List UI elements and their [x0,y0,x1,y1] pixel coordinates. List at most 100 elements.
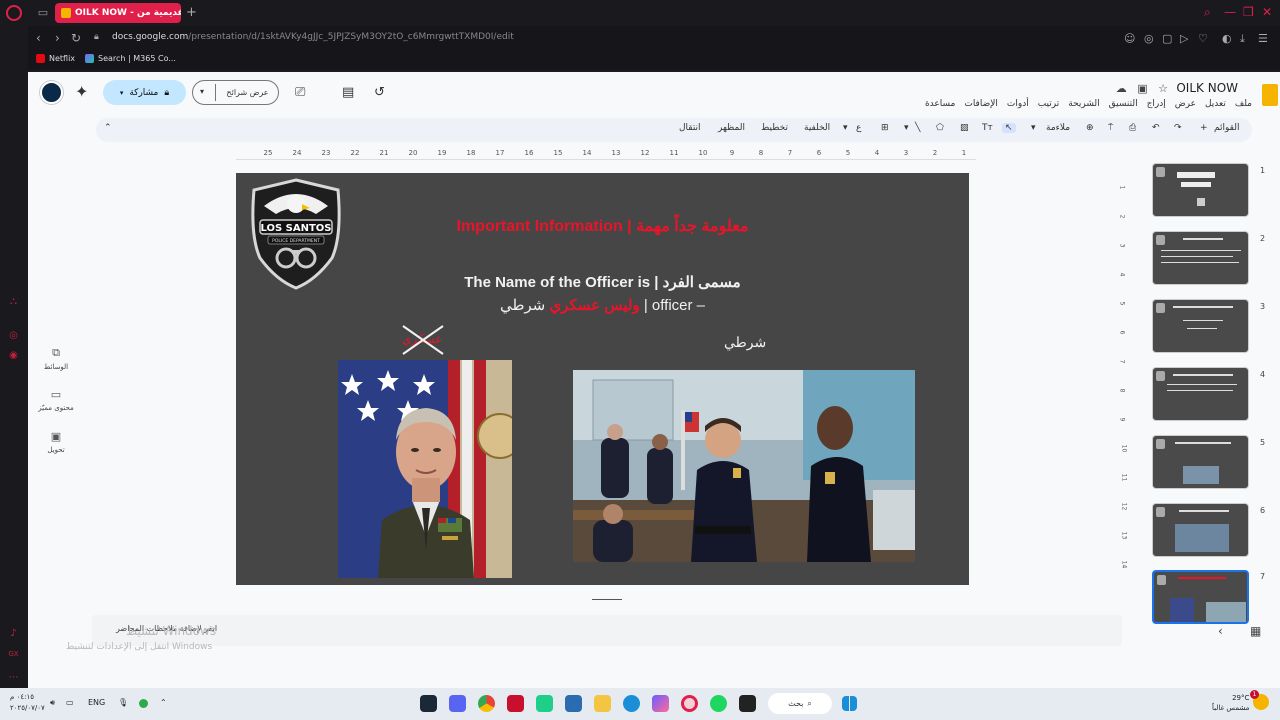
clock[interactable]: ٠٤:١٥ م ٢٠٢٥/٠٧/٠٧ [10,692,45,714]
panel-resize-handle[interactable] [592,599,622,600]
police-officers-photo[interactable] [573,370,915,562]
bookmark-netflix[interactable]: Netflix [36,54,75,63]
history-icon[interactable]: ↺ [374,85,385,100]
volume-icon[interactable]: 🔊︎ [50,698,55,708]
panel-featured[interactable]: ▭ محتوى مميّز [34,388,78,412]
panel-convert[interactable]: ▣ تحويل [34,430,78,454]
slide-canvas[interactable]: LOS SANTOS POLICE DEPARTMENT Important I… [236,173,969,585]
comment-add-icon[interactable]: ⊞ [881,123,889,133]
discord-app-icon[interactable] [449,695,466,712]
slideshow-button[interactable]: ▾ عرض شرائح [192,80,279,105]
slide-officer-line[interactable]: وليس عسكري شرطي | officer – [236,296,969,314]
menu-tools[interactable]: أدوات [1007,99,1029,109]
store-app-icon[interactable] [565,695,582,712]
edge-app-icon[interactable] [623,695,640,712]
spotify-app-icon[interactable] [710,695,727,712]
game-app-icon[interactable] [536,695,553,712]
slide-police-label[interactable]: شرطي [724,334,766,351]
line-icon[interactable]: ╲ [915,123,920,133]
url-field[interactable]: docs.google.com/presentation/d/1sktAVKy4… [112,32,514,42]
undo-icon[interactable]: ↶ [1152,123,1160,133]
military-officer-photo[interactable] [338,360,512,578]
toolbar-theme[interactable]: المظهر [718,123,745,133]
slide-thumbnail[interactable] [1152,367,1249,421]
camera-icon[interactable]: ◎ [1144,32,1154,45]
zoom-dropdown-icon[interactable]: ▾ [1031,123,1036,133]
lock-icon[interactable]: 🔒︎ [94,32,99,42]
comments-icon[interactable]: ▤ [342,85,354,100]
panel-media[interactable]: ⧉ الوسائط [34,346,78,371]
menu-insert[interactable]: إدراج [1147,99,1166,109]
gemini-icon[interactable]: ✦ [75,82,88,101]
menu-format[interactable]: التنسيق [1109,99,1138,109]
toolbar-menus[interactable]: القوائم [1214,123,1239,133]
tray-expand-icon[interactable]: ⌃ [160,698,167,707]
slide-name-line[interactable]: The Name of the Officer is | مسمى الفرد [236,273,969,291]
slide-thumbnail[interactable] [1152,299,1249,353]
toolbar-dropdown-icon[interactable]: ▾ [843,123,848,133]
new-slide-icon[interactable]: + [1200,123,1208,133]
meet-icon[interactable]: ⎚ [295,85,305,100]
line-dropdown-icon[interactable]: ▾ [904,123,909,133]
slide-thumbnail[interactable] [1152,503,1249,557]
collapse-toolbar-icon[interactable]: ⌃ [104,123,112,133]
mic-icon[interactable]: 🎙︎ [118,698,128,707]
angular-app-icon[interactable] [507,695,524,712]
menu-file[interactable]: ملف [1235,99,1252,109]
toolbar-background[interactable]: الخلفية [804,123,830,133]
menu-arrange[interactable]: ترتيب [1038,99,1060,109]
select-tool-icon[interactable]: ↖ [1002,123,1016,133]
vpn-icon[interactable]: ☺ [1124,32,1135,45]
status-dot-icon[interactable] [139,699,148,708]
slide-thumbnail[interactable] [1152,231,1249,285]
menu-help[interactable]: مساعدة [925,99,955,109]
sidebar-instagram-icon[interactable]: ◎ [8,330,19,341]
menu-extensions[interactable]: الإضافات [964,99,998,109]
start-windows-icon[interactable] [842,696,857,711]
toolbar-transition[interactable]: انتقال [679,123,701,133]
star-icon[interactable]: ☆ [1158,82,1168,95]
taskbar-search[interactable]: بحث ⌕ [768,693,832,714]
cloud-status-icon[interactable]: ☁ [1116,82,1127,95]
print-icon[interactable]: ⎙ [1129,123,1136,133]
new-tab-button[interactable]: + [186,5,197,20]
download-icon[interactable]: ⤓ [1240,32,1245,46]
math-icon[interactable]: ع [856,123,861,133]
sidebar-gx-icon[interactable]: GX [8,650,19,661]
terminal-app-icon[interactable] [739,695,756,712]
snapshot-icon[interactable]: ▢ [1162,32,1172,45]
share-dropdown-icon[interactable]: ▾ [120,89,124,97]
crossed-out-word[interactable]: عسكري [399,324,455,356]
image-icon[interactable]: ▨ [960,123,969,133]
close-window-button[interactable]: ✕ [1262,5,1272,19]
network-icon[interactable]: ▭ [66,698,74,707]
opera-app-icon[interactable] [681,695,698,712]
weather-widget[interactable]: 29°C مشمس غالباً [1212,693,1249,713]
sidebar-messenger-icon[interactable]: ⛬ [8,296,19,307]
favorite-icon[interactable]: ♡ [1198,32,1208,45]
slideshow-dropdown-icon[interactable]: ▾ [200,87,204,96]
textbox-icon[interactable]: Tт [982,123,993,133]
sidebar-music-icon[interactable]: ♪ [8,628,19,639]
tab-list-icon[interactable]: ▭ [36,6,50,20]
opera-logo-icon[interactable] [6,5,22,21]
explorer-app-icon[interactable] [594,695,611,712]
move-folder-icon[interactable]: ▣ [1137,82,1147,95]
speaker-notes[interactable]: انقر لإضافة ملاحظات المحاضر [92,615,1122,646]
minimize-button[interactable]: — [1224,5,1236,19]
document-title[interactable]: OILK NOW [1176,81,1238,95]
zoom-icon[interactable]: ⊕ [1086,123,1094,133]
toolbar-fit[interactable]: ملاءمة [1046,123,1070,133]
menu-edit[interactable]: تعديل [1205,99,1226,109]
menu-slide[interactable]: الشريحة [1068,99,1099,109]
sidebar-discord-icon[interactable]: ◉ [8,350,19,361]
wallet-icon[interactable]: ◐ [1222,32,1232,45]
language-indicator[interactable]: ENG [88,698,105,707]
redo-icon[interactable]: ↷ [1174,123,1182,133]
player-icon[interactable]: ▷ [1180,32,1188,45]
shape-icon[interactable]: ⬠ [936,123,944,133]
slide-thumbnail[interactable] [1152,163,1249,217]
reload-button[interactable]: ↻ [71,31,81,45]
search-tabs-icon[interactable]: ⌕ [1204,5,1211,20]
sidebar-more-icon[interactable]: ⋯ [8,672,19,683]
